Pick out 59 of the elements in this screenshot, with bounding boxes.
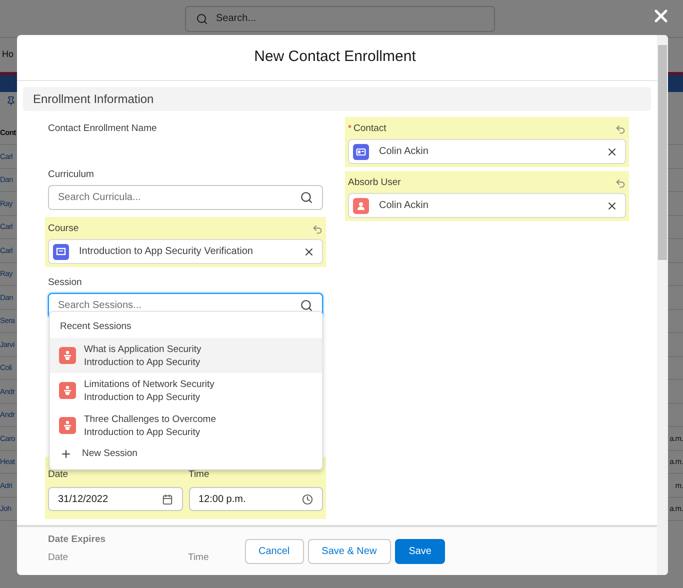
section-header: Enrollment Information: [23, 87, 651, 111]
field-value: Colin Ackin: [379, 145, 430, 159]
option-title: Three Challenges to Overcome: [84, 412, 216, 426]
field-label: Time: [188, 469, 210, 480]
footer-button[interactable]: Save: [394, 538, 446, 564]
section-label: Date Expires: [48, 534, 106, 545]
calendar-icon[interactable]: [162, 494, 172, 504]
option-title: Limitations of Network Security: [84, 378, 214, 390]
field-label: Contact Enrollment Name: [48, 122, 157, 136]
option-subtitle: Introduction to App Security: [84, 426, 202, 438]
search-icon: [300, 191, 313, 204]
field-label: Session: [48, 276, 82, 290]
search-icon: [300, 299, 313, 312]
scrollbar[interactable]: [657, 35, 668, 575]
clear-icon[interactable]: [606, 200, 618, 212]
new-session-option[interactable]: New Session: [50, 443, 322, 465]
field-label: Date: [48, 469, 68, 480]
lookup-field[interactable]: Colin Ackin: [348, 193, 626, 218]
field-label: Curriculum: [48, 168, 94, 182]
nav-tab[interactable]: Ho: [2, 48, 14, 62]
undo-icon[interactable]: [312, 224, 323, 234]
modal-title: New Contact Enrollment: [17, 35, 657, 81]
undo-icon[interactable]: [615, 178, 626, 188]
clock-icon[interactable]: [302, 494, 313, 504]
field-label: Contact: [354, 122, 386, 136]
plus-icon: [60, 448, 72, 460]
option-title: What is Application Security: [84, 342, 202, 356]
monitor-icon: [53, 244, 69, 260]
footer-button[interactable]: Save & New: [308, 538, 391, 564]
clear-icon[interactable]: [606, 146, 618, 158]
field-value: Colin Ackin: [379, 199, 430, 213]
field-label: Course: [48, 222, 79, 236]
field-label: Date: [48, 552, 70, 564]
session-option[interactable]: What is Application Security Introduction to App Security: [50, 338, 322, 373]
field-label: Absorb User: [348, 176, 401, 190]
session-option[interactable]: Three Challenges to Overcome Introduction to App Security: [50, 408, 322, 443]
lookup-field[interactable]: Introduction to App Security Verification: [48, 239, 323, 264]
dropdown-header: Recent Sessions: [59, 320, 132, 334]
date-field[interactable]: 31/12/2022: [48, 487, 182, 511]
pin-icon[interactable]: [6, 96, 16, 106]
id-card-icon: [353, 144, 369, 160]
search-field[interactable]: Search Curricula...: [48, 185, 323, 210]
option-subtitle: Introduction to App Security: [84, 390, 202, 404]
clear-icon[interactable]: [303, 246, 315, 258]
person-icon: [353, 198, 369, 214]
time-field[interactable]: 12:00 p.m.: [188, 487, 323, 511]
search-icon: [196, 12, 208, 24]
option-subtitle: Introduction to App Security: [84, 356, 202, 368]
field-label: Time: [188, 552, 210, 564]
podium-icon: [59, 417, 76, 434]
footer-button[interactable]: Cancel: [244, 538, 304, 564]
session-option[interactable]: Limitations of Network Security Introduction to App Security: [50, 373, 322, 408]
lookup-field[interactable]: Colin Ackin: [348, 139, 626, 164]
podium-icon: [59, 347, 76, 364]
undo-icon[interactable]: [615, 124, 626, 134]
required-mark: *: [348, 122, 352, 136]
field-value: Introduction to App Security Verification: [79, 245, 254, 259]
podium-icon: [59, 382, 76, 399]
global-search-field[interactable]: Search...: [185, 6, 495, 32]
